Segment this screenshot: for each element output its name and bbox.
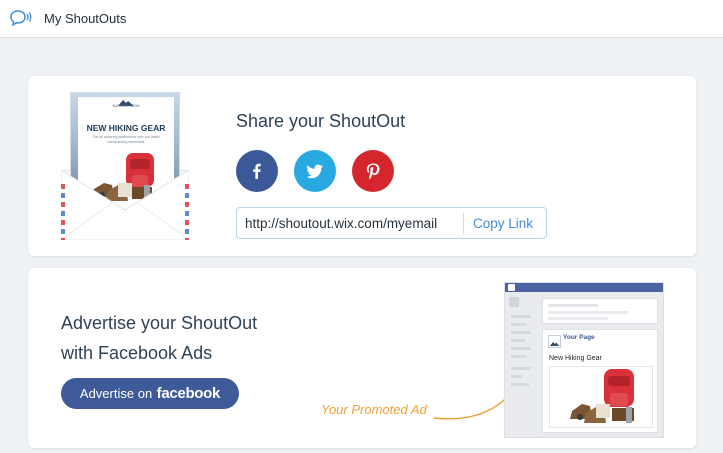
share-link-url[interactable]: http://shoutout.wix.com/myemail — [245, 216, 437, 231]
speech-bubble-icon — [10, 10, 32, 27]
hiking-gear-image — [570, 369, 634, 423]
envelope-front — [61, 170, 189, 240]
share-twitter-button[interactable] — [294, 150, 336, 192]
post-text: New Hiking Gear — [549, 355, 602, 362]
preview-subtext: Get all amazing adventures with our late… — [92, 135, 160, 144]
facebook-mock-status-box — [542, 298, 658, 324]
pinterest-icon — [366, 163, 380, 180]
page-title: My ShoutOuts — [44, 11, 127, 26]
share-card: NATURE NOW NEW HIKING GEAR Get all amazi… — [28, 76, 696, 256]
facebook-mock-header — [505, 283, 663, 292]
promoted-ad-label: Your Promoted Ad — [321, 402, 427, 417]
advertise-card: Advertise your ShoutOut with Facebook Ad… — [28, 268, 696, 448]
shoutout-preview[interactable]: NATURE NOW NEW HIKING GEAR Get all amazi… — [61, 92, 189, 240]
top-bar: My ShoutOuts — [0, 0, 723, 38]
share-title: Share your ShoutOut — [236, 111, 406, 131]
page-avatar — [548, 335, 561, 348]
advertise-title: Advertise your ShoutOut with Facebook Ad… — [61, 308, 257, 368]
facebook-ad-preview: Your Page New Hiking Gear — [504, 282, 664, 438]
advertise-title-line2: with Facebook Ads — [61, 343, 213, 363]
advertise-button-prefix: Advertise on — [79, 386, 153, 401]
share-link-box: http://shoutout.wix.com/myemail Copy Lin… — [236, 207, 547, 239]
facebook-mock-sidebar — [509, 297, 531, 386]
placeholder-lines — [548, 304, 628, 320]
preview-brand: NATURE NOW — [112, 103, 140, 108]
airmail-stripe-right — [185, 184, 189, 240]
mountain-logo-icon — [550, 342, 559, 346]
copy-link-button[interactable]: Copy Link — [473, 216, 533, 231]
airmail-stripe-left — [61, 184, 65, 240]
advertise-title-line1: Advertise your ShoutOut — [61, 313, 258, 333]
link-divider — [463, 213, 464, 234]
facebook-wordmark: facebook — [156, 385, 221, 402]
facebook-mock-post: Your Page New Hiking Gear — [542, 329, 658, 433]
share-facebook-button[interactable] — [236, 150, 278, 192]
twitter-icon — [306, 164, 323, 179]
post-image — [549, 366, 653, 428]
facebook-mock-logo-icon — [508, 284, 515, 291]
share-pinterest-button[interactable] — [352, 150, 394, 192]
post-page-name: Your Page — [563, 334, 595, 341]
facebook-icon — [253, 163, 261, 179]
advertise-on-facebook-button[interactable]: Advertise on facebook — [61, 378, 239, 409]
preview-headline: NEW HIKING GEAR — [86, 123, 166, 133]
